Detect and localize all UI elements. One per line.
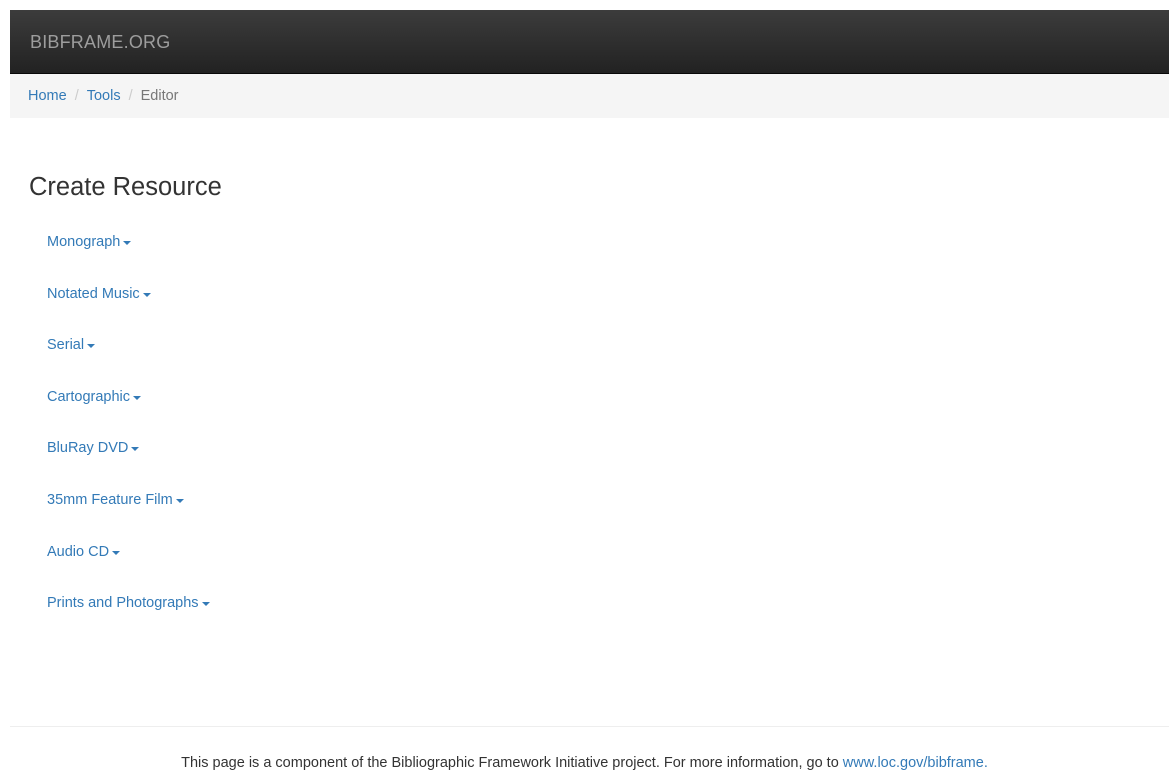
resource-dropdown-notated-music[interactable]: Notated Music bbox=[47, 280, 151, 308]
resource-label: Audio CD bbox=[47, 543, 110, 560]
resource-dropdown-audio-cd[interactable]: Audio CD bbox=[47, 538, 121, 566]
breadcrumb: Home / Tools / Editor bbox=[10, 74, 1169, 118]
caret-down-icon bbox=[131, 447, 140, 452]
caret-down-icon bbox=[87, 344, 96, 349]
caret-down-icon bbox=[112, 550, 121, 555]
caret-down-icon bbox=[175, 498, 184, 503]
footer-divider bbox=[10, 726, 1169, 727]
resource-dropdown-bluray-dvd[interactable]: BluRay DVD bbox=[47, 434, 140, 462]
caret-down-icon bbox=[133, 395, 142, 400]
list-item: Serial bbox=[47, 331, 210, 383]
list-item: Audio CD bbox=[47, 538, 210, 590]
resource-label: Cartographic bbox=[47, 388, 131, 405]
resource-type-list: Monograph Notated Music Serial Cartograp… bbox=[47, 228, 210, 641]
resource-dropdown-prints-and-photographs[interactable]: Prints and Photographs bbox=[47, 589, 210, 617]
breadcrumb-current: Editor bbox=[140, 88, 179, 104]
brand-link[interactable]: BIBFRAME.ORG bbox=[30, 30, 170, 54]
resource-label: BluRay DVD bbox=[47, 440, 129, 457]
resource-label: Notated Music bbox=[47, 285, 140, 302]
resource-label: Serial bbox=[47, 337, 85, 354]
resource-dropdown-monograph[interactable]: Monograph bbox=[47, 228, 132, 256]
resource-label: 35mm Feature Film bbox=[47, 491, 173, 508]
caret-down-icon bbox=[123, 241, 132, 245]
resource-dropdown-cartographic[interactable]: Cartographic bbox=[47, 383, 142, 411]
list-item: Cartographic bbox=[47, 383, 210, 435]
resource-dropdown-35mm-feature-film[interactable]: 35mm Feature Film bbox=[47, 486, 184, 514]
caret-down-icon bbox=[142, 292, 151, 297]
resource-label: Monograph bbox=[47, 234, 121, 250]
footer-text: This page is a component of the Bibliogr… bbox=[181, 755, 839, 771]
list-item: 35mm Feature Film bbox=[47, 486, 210, 538]
footer: This page is a component of the Bibliogr… bbox=[0, 753, 1169, 773]
resource-label: Prints and Photographs bbox=[47, 595, 199, 612]
top-navbar: BIBFRAME.ORG bbox=[10, 10, 1169, 74]
breadcrumb-separator: / bbox=[128, 88, 133, 104]
caret-down-icon bbox=[201, 602, 210, 607]
footer-bibframe-link[interactable]: www.loc.gov/bibframe. bbox=[843, 755, 988, 771]
list-item: Prints and Photographs bbox=[47, 589, 210, 641]
list-item: Notated Music bbox=[47, 280, 210, 332]
resource-dropdown-serial[interactable]: Serial bbox=[47, 331, 96, 359]
breadcrumb-home-link[interactable]: Home bbox=[28, 88, 67, 104]
page-title: Create Resource bbox=[29, 173, 222, 201]
list-item: BluRay DVD bbox=[47, 434, 210, 486]
breadcrumb-tools-link[interactable]: Tools bbox=[87, 88, 121, 104]
breadcrumb-separator: / bbox=[74, 88, 79, 104]
list-item: Monograph bbox=[47, 228, 210, 280]
